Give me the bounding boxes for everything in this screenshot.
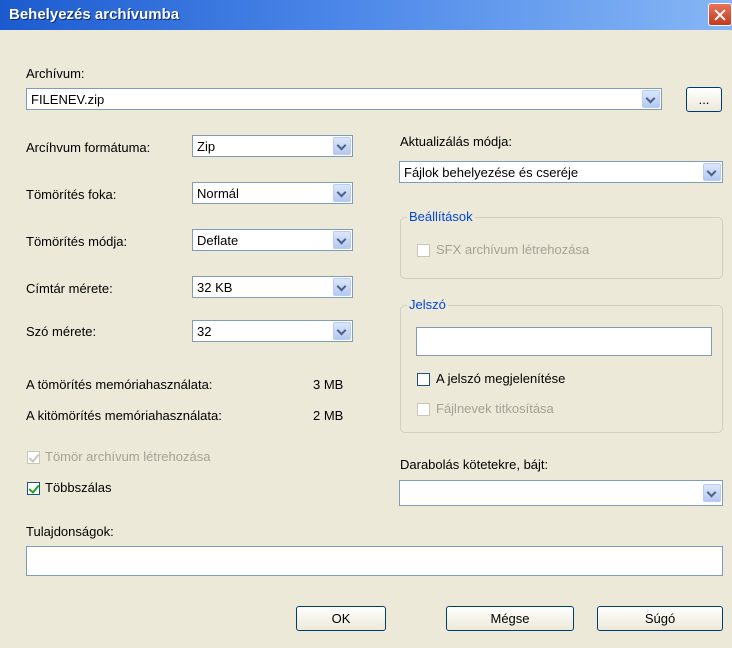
properties-label: Tulajdonságok: [26,524,114,539]
archive-path-value: FILENEV.zip [31,92,105,107]
password-input[interactable] [416,327,712,356]
password-group: Jelszó A jelszó megjelenítése Fájlnevek … [400,297,723,433]
archive-label: Archívum: [26,66,85,81]
archive-path-combo[interactable]: FILENEV.zip [26,88,662,110]
ok-button[interactable]: OK [296,606,386,631]
close-icon[interactable] [708,3,732,26]
show-password-label: A jelszó megjelenítése [436,371,566,386]
level-combo[interactable]: Normál [192,182,353,204]
multithread-label: Többszálas [45,480,112,495]
options-group-title: Beállítások [407,209,475,224]
split-volumes-combo[interactable] [399,480,723,506]
password-group-title: Jelszó [407,297,448,312]
format-combo[interactable]: Zip [192,135,353,157]
window-title: Behelyezés archívumba [9,6,180,23]
compression-memory-label: A tömörítés memóriahasználata: [26,377,213,392]
encrypt-names-checkbox[interactable] [417,403,430,416]
add-to-archive-dialog: Behelyezés archívumba Archívum: FILENEV.… [0,0,732,648]
chevron-down-icon[interactable] [333,137,351,155]
method-value: Deflate [197,233,239,248]
chevron-down-icon[interactable] [333,184,351,202]
dictionary-combo[interactable]: 32 KB [192,276,353,298]
chevron-down-icon[interactable] [642,90,660,108]
method-label: Tömörítés módja: [26,234,128,249]
chevron-down-icon[interactable] [333,322,351,340]
show-password-checkbox[interactable] [417,373,430,386]
level-label: Tömörítés foka: [26,187,117,202]
multithread-checkbox[interactable] [27,482,40,495]
options-group: Beállítások SFX archívum létrehozása [400,209,723,279]
cancel-button[interactable]: Mégse [446,606,574,631]
decompression-memory-value: 2 MB [313,408,344,423]
update-mode-label: Aktualizálás módja: [400,134,512,149]
decompression-memory-label: A kitömörítés memóriahasználata: [26,408,222,423]
chevron-down-icon[interactable] [333,278,351,296]
sfx-label: SFX archívum létrehozása [436,242,590,257]
update-mode-combo[interactable]: Fájlok behelyezése és cseréje [399,161,723,183]
update-mode-value: Fájlok behelyezése és cseréje [404,165,579,180]
title-bar: Behelyezés archívumba [0,0,732,30]
help-button[interactable]: Súgó [597,606,723,631]
compression-memory-value: 3 MB [313,377,344,392]
dictionary-label: Címtár mérete: [26,281,113,296]
word-size-combo[interactable]: 32 [192,320,353,342]
split-volumes-label: Darabolás kötetekre, bájt: [400,457,549,472]
level-value: Normál [197,186,239,201]
chevron-down-icon[interactable] [703,163,721,181]
dictionary-value: 32 KB [197,280,233,295]
sfx-checkbox[interactable] [417,244,430,257]
word-size-value: 32 [197,324,212,339]
chevron-down-icon[interactable] [703,484,721,502]
solid-archive-label: Tömör archívum létrehozása [45,449,211,464]
word-size-label: Szó mérete: [26,324,97,339]
properties-input[interactable] [26,546,723,576]
format-label: Arcíhvum formátuma: [26,140,151,155]
encrypt-names-label: Fájlnevek titkosítása [436,401,554,416]
format-value: Zip [197,139,216,154]
browse-button[interactable]: ... [686,87,722,112]
solid-archive-checkbox[interactable] [27,451,40,464]
chevron-down-icon[interactable] [333,231,351,249]
method-combo[interactable]: Deflate [192,229,353,251]
